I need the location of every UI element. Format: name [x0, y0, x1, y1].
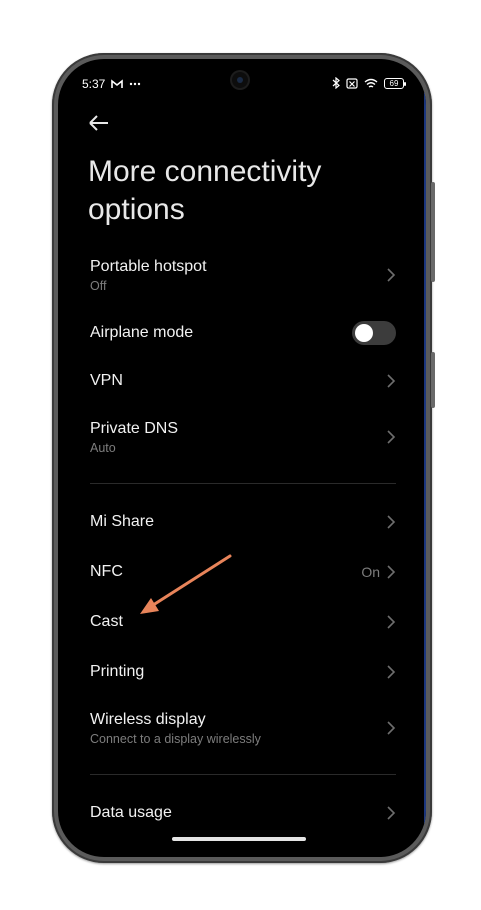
annotation-arrow-icon: [140, 554, 232, 614]
